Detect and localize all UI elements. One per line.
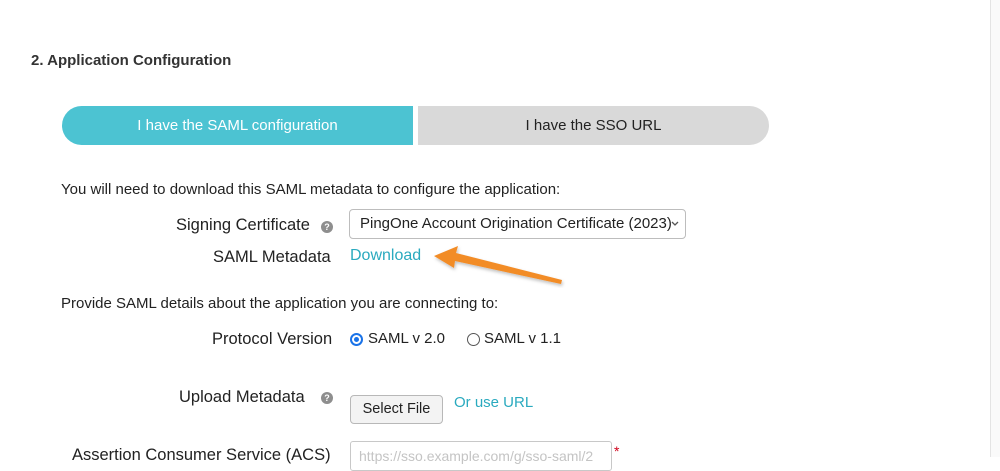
use-url-link[interactable]: Or use URL: [454, 394, 533, 411]
config-mode-toggle: I have the SAML configuration I have the…: [62, 106, 769, 145]
question-circle-icon[interactable]: ?: [321, 392, 333, 404]
saml-v2-label[interactable]: SAML v 2.0: [368, 330, 445, 347]
select-file-button[interactable]: Select File: [350, 395, 443, 424]
upload-metadata-label: Upload Metadata: [179, 388, 305, 406]
details-intro-text: Provide SAML details about the applicati…: [61, 295, 499, 312]
question-circle-icon[interactable]: ?: [321, 221, 333, 233]
arrow-icon: [434, 246, 562, 284]
section-title: 2. Application Configuration: [31, 52, 232, 69]
page-right-gutter: [991, 0, 1000, 457]
tab-sso-url[interactable]: I have the SSO URL: [418, 106, 769, 145]
download-metadata-link[interactable]: Download: [350, 247, 421, 265]
signing-certificate-select[interactable]: PingOne Account Origination Certificate …: [349, 209, 686, 239]
saml-v2-radio[interactable]: [350, 333, 363, 346]
saml-v11-label[interactable]: SAML v 1.1: [484, 330, 561, 347]
download-intro-text: You will need to download this SAML meta…: [61, 181, 561, 198]
saml-metadata-label: SAML Metadata: [213, 248, 331, 266]
saml-v11-radio[interactable]: [467, 333, 480, 346]
protocol-version-label: Protocol Version: [212, 330, 333, 348]
acs-label: Assertion Consumer Service (ACS): [72, 446, 331, 464]
acs-url-input[interactable]: https://sso.example.com/g/sso-saml/2: [350, 441, 612, 471]
tab-saml-configuration[interactable]: I have the SAML configuration: [62, 106, 413, 145]
signing-certificate-value: PingOne Account Origination Certificate …: [360, 215, 672, 232]
chevron-updown-icon: [670, 210, 680, 250]
acs-placeholder: https://sso.example.com/g/sso-saml/2: [359, 448, 594, 464]
signing-certificate-label: Signing Certificate: [176, 216, 310, 234]
